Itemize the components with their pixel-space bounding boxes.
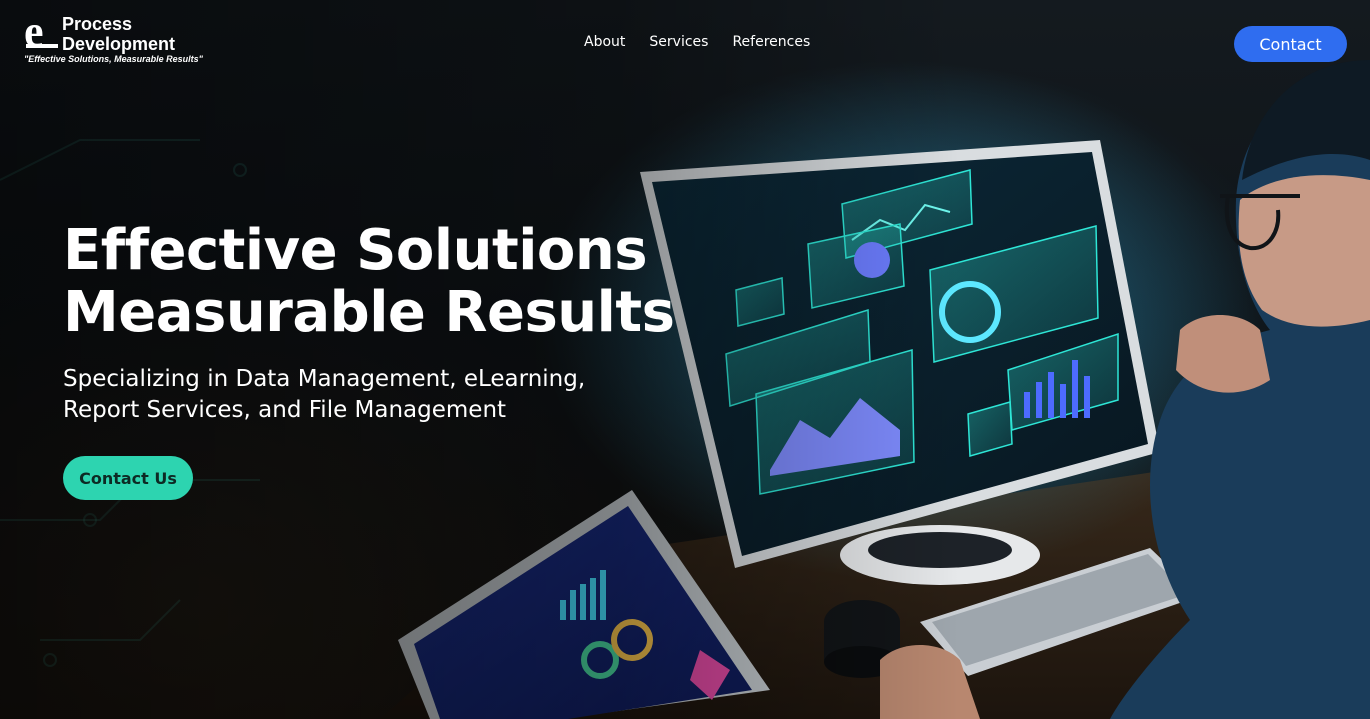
site-header: e Process Development "Effective Solutio… — [0, 0, 1370, 88]
hero-dim-overlay — [0, 0, 1370, 719]
hero-title-line2: Measurable Results — [63, 280, 675, 345]
hero-title-line1: Effective Solutions — [63, 218, 648, 283]
hero-title: Effective Solutions Measurable Results — [63, 218, 675, 345]
contact-button[interactable]: Contact — [1234, 26, 1347, 62]
logo-name-line1: Process — [62, 14, 133, 34]
contact-us-button[interactable]: Contact Us — [63, 456, 193, 500]
hero-subtitle-line1: Specializing in Data Management, eLearni… — [63, 366, 586, 392]
nav-link-services[interactable]: Services — [649, 34, 708, 50]
logo-underline — [26, 44, 58, 48]
brand-logo[interactable]: e Process Development "Effective Solutio… — [24, 10, 204, 68]
main-nav: About Services References — [584, 34, 810, 50]
hero-subtitle: Specializing in Data Management, eLearni… — [63, 364, 585, 426]
logo-name-line2: Development — [62, 34, 176, 54]
hero-subtitle-line2: Report Services, and File Management — [63, 397, 507, 423]
logo-tagline: "Effective Solutions, Measurable Results… — [24, 54, 203, 64]
nav-link-references[interactable]: References — [732, 34, 810, 50]
nav-link-about[interactable]: About — [584, 34, 625, 50]
